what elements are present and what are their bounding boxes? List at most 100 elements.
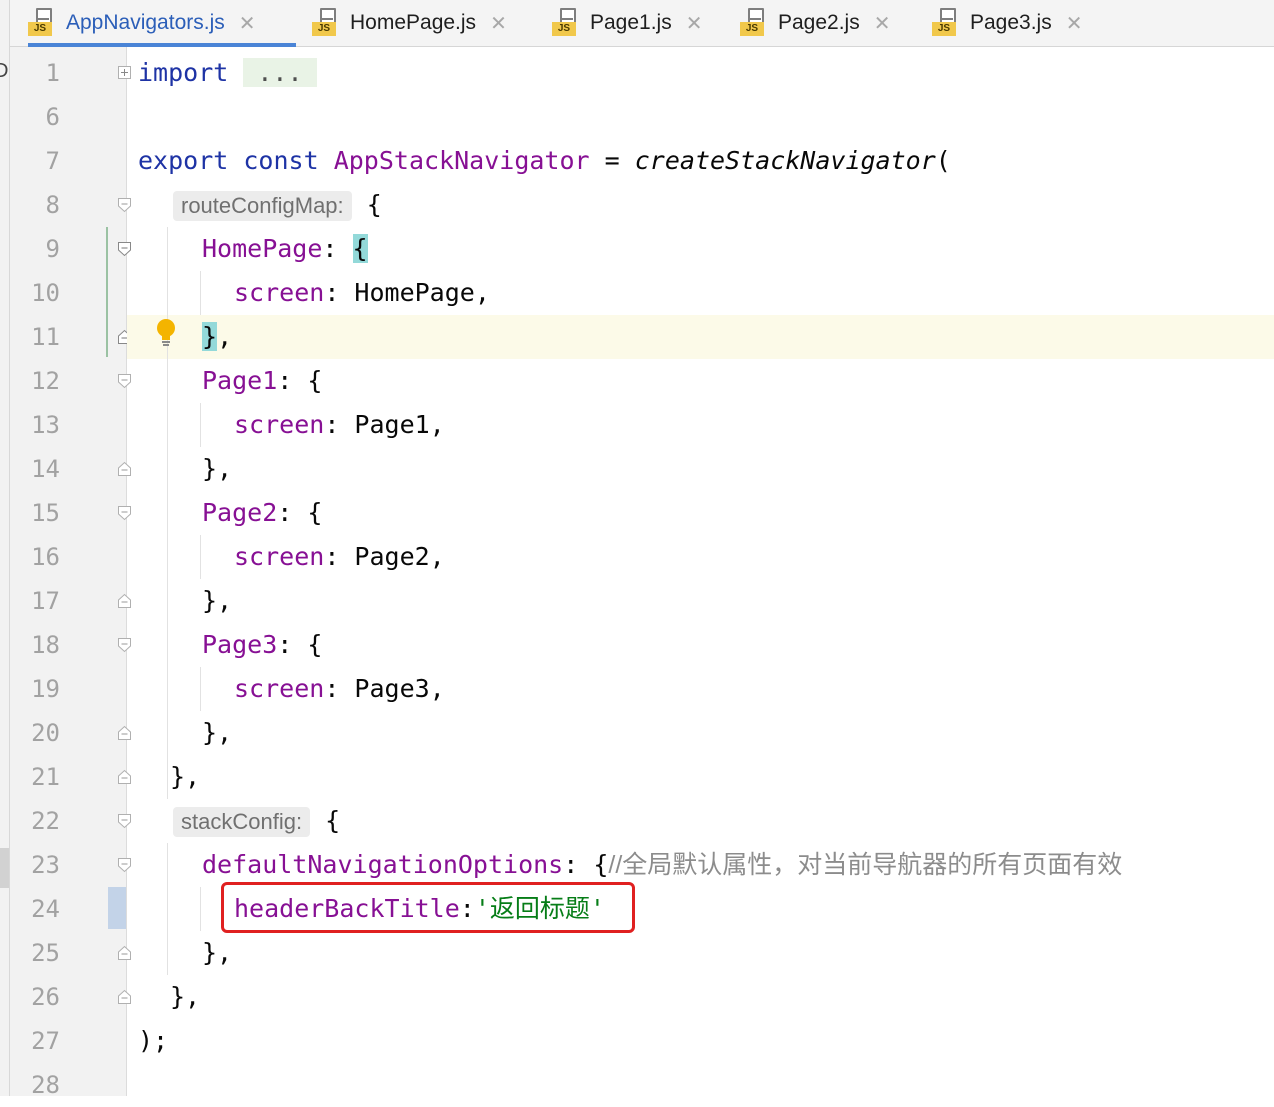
object-key: Page2: [202, 498, 278, 527]
punctuation: ,: [217, 322, 233, 351]
code-line-11: },: [202, 315, 232, 359]
line-number: 6: [45, 103, 60, 131]
line-number: 13: [31, 411, 60, 439]
indent-guide: [200, 403, 201, 447]
object-key: Page1: [202, 366, 278, 395]
punctuation: :: [324, 542, 355, 571]
code-line-19: screen: Page3,: [234, 667, 445, 711]
value: Page2,: [354, 542, 445, 571]
line-number: 20: [31, 719, 60, 747]
punctuation: :: [277, 366, 308, 395]
tab-appnavigators[interactable]: JS AppNavigators.js ✕: [28, 0, 296, 47]
identifier: AppStackNavigator: [333, 146, 590, 175]
line-number-gutter[interactable]: 1 6 7 8 9 10 11 12 13 14 15 16 17 18 19 …: [10, 47, 131, 1099]
lightbulb-icon[interactable]: [154, 318, 178, 348]
punctuation: :: [277, 630, 308, 659]
object-key: defaultNavigationOptions: [202, 850, 564, 879]
js-file-icon: JS: [312, 8, 342, 38]
punctuation: :: [324, 674, 355, 703]
panel-scroll-marker: [0, 848, 9, 888]
code-line-13: screen: Page1,: [234, 403, 445, 447]
close-icon[interactable]: ✕: [686, 11, 703, 36]
tab-label: Page3.js: [970, 11, 1052, 34]
value: HomePage,: [354, 278, 490, 307]
line-number: 11: [31, 323, 60, 351]
object-key: screen: [234, 674, 325, 703]
close-icon[interactable]: ✕: [239, 11, 256, 36]
line-number: 27: [31, 1027, 60, 1055]
code-editor[interactable]: import ... export const AppStackNavigato…: [127, 47, 1274, 1096]
code-line-27: );: [138, 1026, 169, 1055]
keyword: const: [243, 146, 319, 175]
panel-text-fragment: De: [0, 60, 9, 83]
line-number: 8: [45, 191, 60, 219]
code-comment: //全局默认属性，对当前导航器的所有页面有效: [608, 851, 1123, 879]
punctuation: {: [307, 366, 323, 395]
code-line-26: },: [170, 982, 201, 1011]
js-file-icon: JS: [552, 8, 582, 38]
tab-page2[interactable]: JS Page2.js ✕: [740, 0, 891, 46]
line-number: 26: [31, 983, 60, 1011]
line-number: 18: [31, 631, 60, 659]
punctuation: {: [307, 630, 323, 659]
line-number: 22: [31, 807, 60, 835]
punctuation: {: [325, 806, 341, 835]
annotation-highlight-box: [221, 882, 635, 933]
code-line-12: Page1: {: [202, 359, 322, 403]
line-number: 10: [31, 279, 60, 307]
object-key: Page3: [202, 630, 278, 659]
close-icon[interactable]: ✕: [874, 11, 891, 36]
indent-guide: [167, 843, 168, 975]
punctuation: {: [366, 190, 382, 219]
change-marker[interactable]: [108, 887, 126, 929]
close-icon[interactable]: ✕: [1066, 11, 1083, 36]
punctuation: :: [277, 498, 308, 527]
parameter-hint: routeConfigMap:: [173, 191, 352, 221]
code-line-10: screen: HomePage,: [234, 271, 490, 315]
value: Page3,: [354, 674, 445, 703]
code-line-22: stackConfig: {: [173, 799, 340, 843]
tab-homepage[interactable]: JS HomePage.js ✕: [312, 0, 507, 46]
code-line-23: defaultNavigationOptions: {//全局默认属性，对当前导…: [202, 843, 1122, 887]
punctuation: {: [307, 498, 323, 527]
punctuation: :: [322, 234, 353, 263]
js-file-icon: JS: [28, 8, 58, 38]
line-number: 24: [31, 895, 60, 923]
punctuation: (: [935, 146, 951, 175]
line-number: 23: [31, 851, 60, 879]
indent-guide: [200, 887, 201, 931]
punctuation: :: [324, 278, 355, 307]
parameter-hint: stackConfig:: [173, 807, 311, 837]
code-line-25: },: [202, 938, 233, 967]
object-key: screen: [234, 278, 325, 307]
code-line-17: },: [202, 586, 233, 615]
change-marker[interactable]: [106, 227, 108, 357]
operator: =: [589, 146, 635, 175]
tab-page3[interactable]: JS Page3.js ✕: [932, 0, 1083, 46]
code-line-21: },: [170, 762, 201, 791]
tab-label: Page1.js: [590, 11, 672, 34]
indent-guide: [167, 227, 168, 799]
tab-label: AppNavigators.js: [66, 11, 225, 34]
punctuation: {: [593, 850, 609, 879]
keyword: import: [138, 58, 229, 87]
project-panel-edge: De t: [0, 0, 10, 1096]
js-file-icon: JS: [932, 8, 962, 38]
code-line-16: screen: Page2,: [234, 535, 445, 579]
current-line-highlight: [127, 315, 1274, 359]
matched-brace: }: [202, 322, 218, 351]
code-line-9: HomePage: {: [202, 227, 368, 271]
keyword: export: [138, 146, 229, 175]
line-number: 28: [31, 1071, 60, 1099]
close-icon[interactable]: ✕: [490, 11, 507, 36]
line-number: 16: [31, 543, 60, 571]
line-number: 25: [31, 939, 60, 967]
tab-label: HomePage.js: [350, 11, 477, 34]
object-key: HomePage: [202, 234, 323, 263]
line-number: 9: [45, 235, 60, 263]
folded-region[interactable]: ...: [243, 58, 317, 87]
js-file-icon: JS: [740, 8, 770, 38]
tab-page1[interactable]: JS Page1.js ✕: [552, 0, 703, 46]
tab-label: Page2.js: [778, 11, 860, 34]
editor-tab-bar: JS AppNavigators.js ✕ JS HomePage.js ✕ J…: [10, 0, 1274, 47]
